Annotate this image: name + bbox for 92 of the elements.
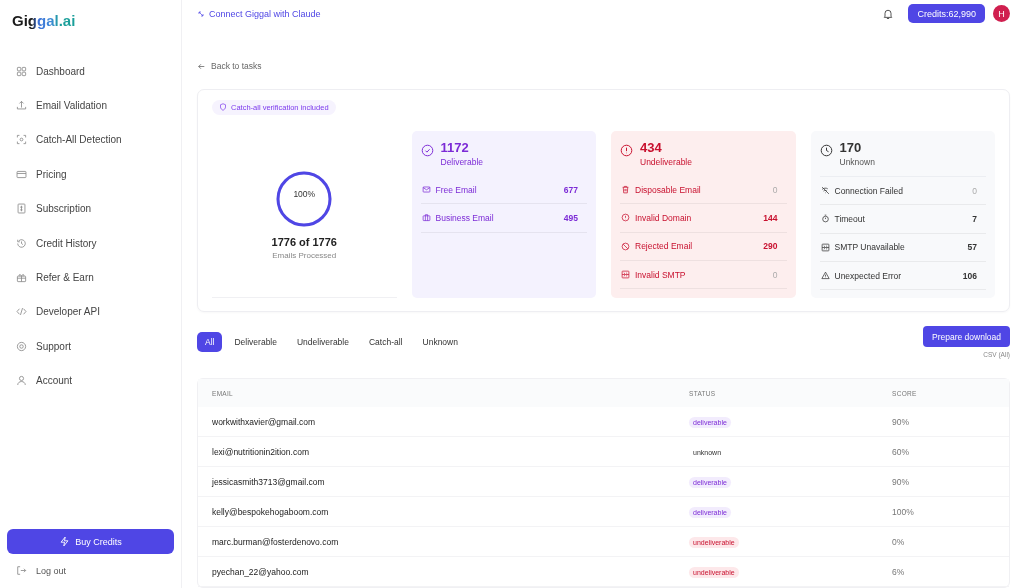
- scan-icon: [16, 134, 27, 146]
- email-cell-text: workwithxavier@gmail.com: [212, 416, 317, 427]
- stat-label: Unknown: [839, 157, 875, 167]
- stat-item-value: 0: [772, 184, 778, 195]
- user-icon: [16, 375, 27, 387]
- processed-count: 1776 of 1776: [271, 235, 337, 248]
- shield-icon: [219, 103, 227, 111]
- score-cell-text: 6%: [892, 566, 906, 577]
- wifi-off-icon: [820, 186, 830, 196]
- stat-count: 170: [839, 140, 863, 155]
- stat-label: Undeliverable: [640, 157, 692, 167]
- stat-count: 434: [640, 140, 663, 155]
- nav-item[interactable]: Credit History: [7, 225, 174, 261]
- timer-icon: [820, 214, 830, 224]
- email-cell-text: pyechan_22@yahoo.com: [212, 566, 310, 577]
- stat-item-label: Timeout: [834, 213, 866, 224]
- trash-icon: [621, 185, 630, 195]
- stat-item-label: Disposable Email: [635, 184, 702, 195]
- stat-item-value: 0: [772, 269, 778, 280]
- stat-item-label: Connection Failed: [834, 185, 904, 196]
- stat-item-label: Invalid Domain: [635, 212, 693, 223]
- filter-tab[interactable]: Undeliverable: [289, 332, 357, 352]
- stat-count: 1172: [440, 140, 470, 155]
- stat-item-value: 144: [763, 212, 778, 223]
- nav-item[interactable]: Support: [7, 329, 174, 364]
- doc-icon: [16, 203, 27, 215]
- stat-label: Deliverable: [440, 157, 484, 167]
- buy-credits-button[interactable]: Buy Credits: [7, 529, 174, 554]
- code-icon: [16, 306, 27, 318]
- support-icon: [16, 340, 27, 352]
- nav-item[interactable]: Catch-All Detection: [7, 122, 174, 158]
- avatar[interactable]: H: [993, 5, 1010, 22]
- stat-item-label: Rejected Email: [635, 241, 694, 252]
- card-icon: [16, 168, 27, 180]
- back-link[interactable]: Back to tasks: [197, 61, 262, 71]
- filter-tab[interactable]: Catch-all: [360, 332, 411, 352]
- stat-item-label: SMTP Unavailable: [834, 242, 906, 253]
- nav-item[interactable]: Account: [7, 363, 174, 398]
- logout-icon: [16, 565, 27, 576]
- stat-item-value: 677: [563, 184, 578, 195]
- email-cell-text: lexi@nutritionin2ition.com: [212, 446, 310, 457]
- warning-icon: [820, 271, 830, 281]
- credits-button[interactable]: Credits:62,990: [908, 4, 985, 23]
- back-arrow-icon: [197, 61, 206, 71]
- stat-item-value: 57: [967, 242, 977, 253]
- nav-item[interactable]: Subscription: [7, 191, 174, 226]
- email-cell-text: marc.burman@fosterdenovo.com: [212, 536, 340, 547]
- prepare-download-button[interactable]: Prepare download: [923, 326, 1010, 347]
- clock-icon: [819, 144, 833, 157]
- upload-icon: [16, 100, 27, 112]
- alert-icon: [621, 213, 630, 223]
- stat-item-label: Business Email: [435, 212, 495, 223]
- alert-circle-icon: [620, 144, 633, 157]
- history-icon: [16, 237, 27, 249]
- connect-link[interactable]: Connect Giggal with Claude: [197, 8, 321, 19]
- server-icon: [621, 270, 630, 280]
- notification-icon[interactable]: [882, 7, 895, 20]
- grid-icon: [16, 65, 27, 77]
- score-cell-text: 100%: [892, 506, 915, 517]
- filter-tab[interactable]: All: [197, 332, 223, 352]
- briefcase-icon: [421, 213, 431, 223]
- score-cell-text: 90%: [892, 476, 910, 487]
- logo: Giggal.ai: [12, 12, 76, 29]
- nav-item[interactable]: Developer API: [7, 294, 174, 330]
- server-icon: [820, 242, 830, 252]
- lightning-icon: [59, 536, 71, 547]
- score-cell-text: 0%: [892, 536, 906, 547]
- email-cell-text: jessicasmith3713@gmail.com: [212, 476, 326, 487]
- nav-item[interactable]: Pricing: [7, 157, 174, 192]
- processed-caption: Emails Processed: [272, 250, 337, 260]
- score-cell-text: 60%: [892, 446, 910, 457]
- stat-item-value: 7: [972, 213, 977, 224]
- stat-item-label: Unexpected Error: [834, 270, 903, 281]
- stat-item-label: Invalid SMTP: [635, 269, 687, 280]
- stat-item-value: 106: [962, 270, 977, 281]
- stat-item-label: Free Email: [435, 184, 478, 195]
- filter-tab[interactable]: Unknown: [414, 332, 466, 352]
- stat-item-value: 0: [972, 185, 977, 196]
- stat-item-value: 495: [563, 212, 578, 223]
- stat-item-value: 290: [763, 241, 778, 252]
- score-cell-text: 90%: [892, 416, 910, 427]
- nav-item[interactable]: Email Validation: [7, 88, 174, 123]
- logout-link[interactable]: Log out: [7, 565, 67, 576]
- nav-item[interactable]: Dashboard: [7, 54, 174, 89]
- gift-icon: [16, 272, 27, 284]
- progress-percent: 100%: [293, 189, 316, 199]
- nav-item[interactable]: Refer & Earn: [7, 260, 174, 295]
- check-circle-icon: [420, 144, 434, 157]
- ban-icon: [621, 241, 630, 251]
- filter-tab[interactable]: Deliverable: [226, 332, 285, 352]
- mail-icon: [421, 185, 431, 195]
- email-cell-text: kelly@bespokehogaboom.com: [212, 506, 330, 517]
